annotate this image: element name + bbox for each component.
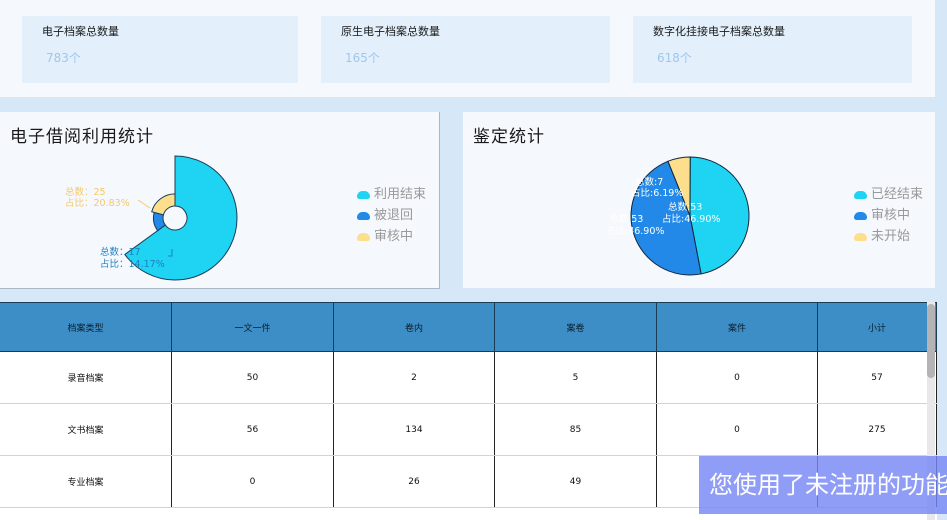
stats-band: 电子档案总数量 783个 原生电子档案总数量 165个 数字化挂接电子档案总数量… [0,0,935,97]
table-cell: 50 [171,351,334,404]
table-header-row: 档案类型 一文一件 卷内 案卷 案件 小计 [0,302,937,352]
borrow-pie-chart: 总数：25 占比：20.83% 总数：17 占比：14.17% [65,155,238,281]
column-header: 一文一件 [171,302,334,352]
slice-label-line: 占比:46.90% [606,225,664,237]
table-cell: 49 [494,455,657,508]
pie-slice-审核中[interactable] [151,193,176,216]
appraisal-stats-panel: 鉴定统计 总数:7 占比:6.19% 总数:53 占比:46.90% 总数:53… [463,112,935,288]
stat-card-total: 电子档案总数量 783个 [22,16,298,83]
legend-swatch-icon [357,212,370,220]
legend-label: 审核中 [374,229,414,244]
table-cell: 录音档案 [0,351,172,404]
legend-swatch-icon [854,191,867,199]
table-cell: 275 [817,403,937,456]
stat-label: 数字化挂接电子档案总数量 [653,25,785,38]
table-cell: 85 [494,403,657,456]
table-cell: 57 [817,351,937,404]
column-header: 小计 [817,302,937,352]
table-row[interactable]: 录音档案 50 2 5 0 57 [0,351,937,404]
legend-swatch-icon [854,233,867,241]
stat-card-digitized: 数字化挂接电子档案总数量 618个 [633,16,912,83]
legend-label: 利用结束 [374,187,427,202]
slice-label-line: 总数:7 [635,176,663,188]
table-cell: 文书档案 [0,403,172,456]
legend-swatch-icon [357,191,370,199]
borrow-annotation-line: 总数：17 [100,246,141,258]
legend-swatch-icon [854,212,867,220]
table-cell: 5 [494,351,657,404]
column-header: 案卷 [494,302,657,352]
table-cell: 专业档案 [0,455,172,508]
legend-label: 未开始 [871,229,911,244]
borrow-annotation-line: 占比：14.17% [100,258,165,270]
stat-value: 783个 [46,51,81,65]
stat-card-native: 原生电子档案总数量 165个 [321,16,610,83]
table-cell: 26 [333,455,495,508]
column-header: 案件 [656,302,818,352]
borrow-stats-panel: 电子借阅利用统计 总数：25 占比：20.83% 总数：17 占比：14.17%… [0,112,440,289]
table-cell: 56 [171,403,334,456]
table-row[interactable]: 文书档案 56 134 85 0 275 [0,403,937,456]
legend-label: 已经结束 [871,187,924,202]
slice-label-line: 占比:6.19% [631,187,683,199]
stat-value: 618个 [657,51,692,65]
borrow-annotation-line: 总数：25 [65,186,106,198]
table-cell: 0 [656,403,818,456]
legend-swatch-icon [357,233,370,241]
table-cell: 0 [656,351,818,404]
table-cell: 2 [333,351,495,404]
column-header: 档案类型 [0,302,172,352]
label-leader-line [137,199,151,209]
legend-label: 被退回 [374,208,414,223]
slice-label-line: 总数:53 [668,201,702,213]
table-cell: 134 [333,403,495,456]
panel-title: 鉴定统计 [473,127,545,147]
slice-label-line: 总数:53 [609,213,643,225]
column-header: 卷内 [333,302,495,352]
appraisal-pie-chart: 总数:7 占比:6.19% 总数:53 占比:46.90% 总数:53 占比:4… [606,156,750,276]
stat-value: 165个 [345,51,380,65]
borrow-annotation-line: 占比：20.83% [65,197,130,209]
table-cell: 0 [171,455,334,508]
slice-label-line: 占比:46.90% [662,213,720,225]
legend-label: 审核中 [871,208,911,223]
scrollbar-thumb[interactable] [927,304,935,378]
unregistered-watermark: 您使用了未注册的功能 [699,456,947,514]
stat-label: 电子档案总数量 [42,25,119,38]
stat-label: 原生电子档案总数量 [341,25,440,38]
